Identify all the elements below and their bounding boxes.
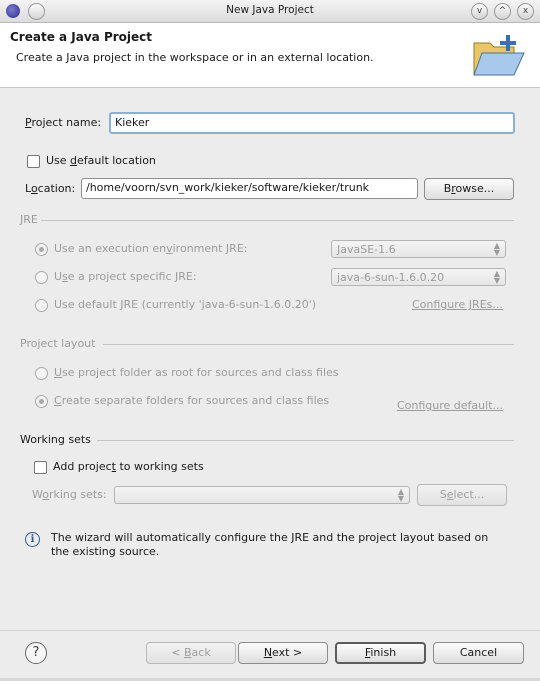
page-description: Create a Java project in the workspace o… <box>16 51 374 64</box>
jre-env-combo[interactable]: JavaSE-1.6 ▲ ▼ <box>331 240 506 258</box>
configure-jres-link[interactable]: Configure JREs... <box>412 298 503 311</box>
layout-root-label: Use project folder as root for sources a… <box>54 366 339 379</box>
wizard-header: Create a Java Project Create a Java proj… <box>0 23 540 88</box>
chevron-updown-icon: ▲ ▼ <box>493 241 500 257</box>
new-project-folder-icon <box>473 35 525 76</box>
minimize-icon: v <box>476 6 483 16</box>
help-button[interactable]: ? <box>25 642 47 664</box>
layout-root-radio[interactable] <box>35 367 48 380</box>
location-label: Location: <box>25 182 76 195</box>
jre-default-label: Use default JRE (currently 'java-6-sun-1… <box>54 298 317 311</box>
use-default-location-checkbox[interactable] <box>27 155 40 168</box>
info-message-line1: The wizard will automatically configure … <box>51 531 489 544</box>
layout-separator <box>103 344 514 345</box>
next-button[interactable]: Next > <box>238 642 328 664</box>
info-message-line2: the existing source. <box>51 545 160 558</box>
project-name-label: Project name: <box>25 116 102 129</box>
jre-env-radio[interactable] <box>35 243 48 256</box>
window-title: New Java Project <box>226 4 314 16</box>
working-sets-label: Working sets: <box>32 488 107 501</box>
title-bar: New Java Project v ^ x <box>0 0 540 23</box>
jre-group-label: JRE <box>20 213 38 226</box>
chevron-updown-icon: ▲ ▼ <box>493 269 500 285</box>
chevron-updown-icon: ▲ ▼ <box>397 487 404 503</box>
working-sets-group-label: Working sets <box>20 433 91 446</box>
close-button[interactable]: x <box>517 3 534 20</box>
jre-specific-value: java-6-sun-1.6.0.20 <box>337 271 445 284</box>
jre-specific-combo[interactable]: java-6-sun-1.6.0.20 ▲ ▼ <box>331 268 506 286</box>
add-to-working-sets-label: Add project to working sets <box>53 460 204 473</box>
footer-separator <box>0 630 540 631</box>
finish-button[interactable]: Finish <box>335 642 426 664</box>
info-icon: i <box>25 532 40 547</box>
layout-group-label: Project layout <box>20 337 96 350</box>
location-input[interactable]: /home/voorn/svn_work/kieker/software/kie… <box>81 178 418 199</box>
configure-default-link[interactable]: Configure default... <box>397 399 503 412</box>
layout-separate-label: Create separate folders for sources and … <box>54 394 330 407</box>
select-working-sets-button[interactable]: Select... <box>417 484 507 506</box>
minimize-button[interactable]: v <box>471 3 488 20</box>
maximize-button[interactable]: ^ <box>494 3 511 20</box>
close-icon: x <box>522 6 529 16</box>
layout-separate-radio[interactable] <box>35 395 48 408</box>
working-sets-combo[interactable]: ▲ ▼ <box>114 486 410 504</box>
maximize-icon: ^ <box>498 6 507 16</box>
location-value: /home/voorn/svn_work/kieker/software/kie… <box>86 181 370 194</box>
add-to-working-sets-checkbox[interactable] <box>34 461 47 474</box>
help-icon: ? <box>32 645 40 660</box>
jre-env-value: JavaSE-1.6 <box>337 243 396 256</box>
project-name-value: Kieker <box>115 116 150 129</box>
working-sets-separator <box>97 440 514 441</box>
jre-specific-label: Use a project specific JRE: <box>54 270 197 283</box>
jre-separator <box>41 220 514 221</box>
jre-specific-radio[interactable] <box>35 271 48 284</box>
project-name-input[interactable]: Kieker <box>109 112 515 134</box>
cancel-button[interactable]: Cancel <box>433 642 524 664</box>
browse-button[interactable]: Browse... <box>424 178 514 200</box>
back-button[interactable]: < Back <box>146 642 236 664</box>
jre-env-label: Use an execution environment JRE: <box>54 242 248 255</box>
jre-default-radio[interactable] <box>35 299 48 312</box>
page-title: Create a Java Project <box>10 30 153 44</box>
use-default-location-label: Use default location <box>46 154 156 167</box>
